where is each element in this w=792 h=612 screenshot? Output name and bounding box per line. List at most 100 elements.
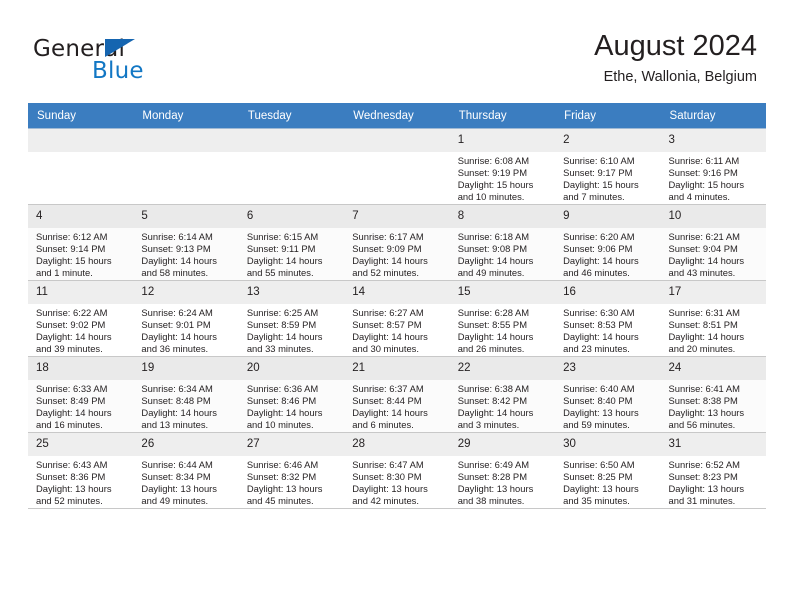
sunrise-text: Sunrise: 6:11 AM xyxy=(668,155,740,166)
weekday-header-tuesday: Tuesday xyxy=(238,103,345,129)
daylight-text: Daylight: 15 hours and 1 minute. xyxy=(36,255,112,279)
calendar-day-cell-empty xyxy=(28,128,134,205)
sunrise-text: Sunrise: 6:38 AM xyxy=(457,383,530,394)
page-header: General Blue August 2024 Ethe, Wallonia,… xyxy=(0,0,792,103)
general-blue-logo[interactable]: General Blue xyxy=(33,36,263,88)
calendar-day-cell[interactable]: 31 Sunrise: 6:52 AM Sunset: 8:23 PM Dayligh… xyxy=(660,432,766,509)
calendar-day-cell[interactable]: 8 Sunrise: 6:18 AM Sunset: 9:08 PM Daylight… xyxy=(449,204,556,281)
calendar-day-cell[interactable]: 17 Sunrise: 6:31 AM Sunset: 8:51 PM Dayligh… xyxy=(660,280,766,357)
weekday-header-thursday: Thursday xyxy=(449,103,556,129)
calendar-day-cell[interactable]: 13 Sunrise: 6:25 AM Sunset: 8:59 PM Dayligh… xyxy=(238,280,345,357)
sunrise-text: Sunrise: 6:30 AM xyxy=(563,307,635,318)
sun-info: Sunrise: 6:24 AM Sunset: 9:01 PM Daylight:… xyxy=(133,304,238,355)
sun-info: Sunrise: 6:38 AM Sunset: 8:42 PM Daylight:… xyxy=(450,380,555,431)
calendar-day-cell[interactable]: 22 Sunrise: 6:38 AM Sunset: 8:42 PM Dayligh… xyxy=(449,356,556,433)
day-number: 24 xyxy=(660,357,766,380)
calendar-day-cell[interactable]: 11 Sunrise: 6:22 AM Sunset: 9:02 PM Dayligh… xyxy=(28,280,134,357)
day-number: 4 xyxy=(28,205,134,228)
calendar-day-cell[interactable]: 19 Sunrise: 6:34 AM Sunset: 8:48 PM Dayligh… xyxy=(133,356,239,433)
sunset-text: Sunset: 8:25 PM xyxy=(563,471,633,483)
day-cell-inner: 21 Sunrise: 6:37 AM Sunset: 8:44 PM Dayligh… xyxy=(344,357,450,432)
day-cell-inner: 2 Sunrise: 6:10 AM Sunset: 9:17 PM Daylight… xyxy=(555,129,661,204)
sun-info: Sunrise: 6:21 AM Sunset: 9:04 PM Daylight:… xyxy=(661,228,766,279)
sunrise-text: Sunrise: 6:52 AM xyxy=(668,459,740,470)
sun-info: Sunrise: 6:27 AM Sunset: 8:57 PM Daylight:… xyxy=(344,304,449,355)
daylight-text: Daylight: 14 hours and 39 minutes. xyxy=(36,331,112,355)
daylight-text: Daylight: 14 hours and 10 minutes. xyxy=(246,407,323,431)
sunrise-text: Sunrise: 6:33 AM xyxy=(36,383,108,394)
sunset-text: Sunset: 8:59 PM xyxy=(246,319,317,331)
daylight-text: Daylight: 14 hours and 55 minutes. xyxy=(246,255,323,279)
sunrise-text: Sunrise: 6:18 AM xyxy=(457,231,530,242)
calendar-day-cell-empty xyxy=(344,128,450,205)
page-title: August 2024 xyxy=(594,30,757,62)
day-number: 20 xyxy=(238,357,345,380)
calendar-day-cell[interactable]: 30 Sunrise: 6:50 AM Sunset: 8:25 PM Dayligh… xyxy=(555,432,661,509)
calendar-day-cell[interactable]: 16 Sunrise: 6:30 AM Sunset: 8:53 PM Dayligh… xyxy=(555,280,661,357)
calendar-day-cell[interactable]: 14 Sunrise: 6:27 AM Sunset: 8:57 PM Dayligh… xyxy=(344,280,450,357)
sunset-text: Sunset: 9:08 PM xyxy=(457,243,527,255)
sunset-text: Sunset: 9:06 PM xyxy=(563,243,633,255)
day-cell-inner xyxy=(344,129,450,204)
daylight-text: Daylight: 15 hours and 7 minutes. xyxy=(563,179,639,203)
day-number: 22 xyxy=(449,357,556,380)
calendar-day-cell[interactable]: 2 Sunrise: 6:10 AM Sunset: 9:17 PM Daylight… xyxy=(555,128,661,205)
day-number: 30 xyxy=(555,433,661,456)
calendar-day-cell[interactable]: 21 Sunrise: 6:37 AM Sunset: 8:44 PM Dayligh… xyxy=(344,356,450,433)
day-number: 3 xyxy=(660,129,766,152)
sunrise-text: Sunrise: 6:34 AM xyxy=(141,383,213,394)
sun-info: Sunrise: 6:49 AM Sunset: 8:28 PM Daylight:… xyxy=(450,456,555,507)
sunset-text: Sunset: 8:30 PM xyxy=(352,471,422,483)
calendar-day-cell[interactable]: 9 Sunrise: 6:20 AM Sunset: 9:06 PM Daylight… xyxy=(555,204,661,281)
day-number: 1 xyxy=(449,129,556,152)
day-number xyxy=(238,129,345,152)
calendar-week-row: 1 Sunrise: 6:08 AM Sunset: 9:19 PM Daylight… xyxy=(28,128,766,205)
sunrise-text: Sunrise: 6:41 AM xyxy=(668,383,740,394)
calendar-day-cell[interactable]: 7 Sunrise: 6:17 AM Sunset: 9:09 PM Daylight… xyxy=(344,204,450,281)
day-cell-inner: 17 Sunrise: 6:31 AM Sunset: 8:51 PM Dayligh… xyxy=(660,281,766,356)
calendar-day-cell[interactable]: 18 Sunrise: 6:33 AM Sunset: 8:49 PM Dayligh… xyxy=(28,356,134,433)
calendar-week-row: 18 Sunrise: 6:33 AM Sunset: 8:49 PM Dayligh… xyxy=(28,356,766,433)
day-cell-inner: 6 Sunrise: 6:15 AM Sunset: 9:11 PM Daylight… xyxy=(238,205,345,280)
calendar-day-cell[interactable]: 3 Sunrise: 6:11 AM Sunset: 9:16 PM Daylight… xyxy=(660,128,766,205)
sunrise-text: Sunrise: 6:15 AM xyxy=(246,231,319,242)
logo-text-blue: Blue xyxy=(92,58,144,84)
daylight-text: Daylight: 13 hours and 35 minutes. xyxy=(563,483,639,507)
calendar-day-cell[interactable]: 28 Sunrise: 6:47 AM Sunset: 8:30 PM Dayligh… xyxy=(344,432,450,509)
sunset-text: Sunset: 8:57 PM xyxy=(352,319,422,331)
day-cell-inner: 4 Sunrise: 6:12 AM Sunset: 9:14 PM Daylight… xyxy=(28,205,134,280)
calendar-day-cell[interactable]: 4 Sunrise: 6:12 AM Sunset: 9:14 PM Daylight… xyxy=(28,204,134,281)
day-cell-inner: 23 Sunrise: 6:40 AM Sunset: 8:40 PM Dayligh… xyxy=(555,357,661,432)
day-cell-inner xyxy=(238,129,345,204)
daylight-text: Daylight: 14 hours and 3 minutes. xyxy=(457,407,534,431)
sunset-text: Sunset: 8:51 PM xyxy=(668,319,738,331)
sun-info: Sunrise: 6:20 AM Sunset: 9:06 PM Daylight:… xyxy=(555,228,660,279)
calendar-day-cell[interactable]: 24 Sunrise: 6:41 AM Sunset: 8:38 PM Dayligh… xyxy=(660,356,766,433)
calendar-day-cell[interactable]: 12 Sunrise: 6:24 AM Sunset: 9:01 PM Dayligh… xyxy=(133,280,239,357)
daylight-text: Daylight: 14 hours and 49 minutes. xyxy=(457,255,534,279)
calendar-day-cell[interactable]: 10 Sunrise: 6:21 AM Sunset: 9:04 PM Dayligh… xyxy=(660,204,766,281)
sunset-text: Sunset: 9:04 PM xyxy=(668,243,738,255)
day-cell-inner: 13 Sunrise: 6:25 AM Sunset: 8:59 PM Dayligh… xyxy=(238,281,345,356)
sunset-text: Sunset: 8:46 PM xyxy=(246,395,317,407)
sunset-text: Sunset: 9:19 PM xyxy=(457,167,527,179)
sunset-text: Sunset: 8:34 PM xyxy=(141,471,211,483)
day-number: 21 xyxy=(344,357,450,380)
calendar-day-cell[interactable]: 5 Sunrise: 6:14 AM Sunset: 9:13 PM Daylight… xyxy=(133,204,239,281)
calendar-day-cell[interactable]: 25 Sunrise: 6:43 AM Sunset: 8:36 PM Dayligh… xyxy=(28,432,134,509)
sunset-text: Sunset: 8:40 PM xyxy=(563,395,633,407)
calendar-day-cell[interactable]: 26 Sunrise: 6:44 AM Sunset: 8:34 PM Dayligh… xyxy=(133,432,239,509)
calendar-day-cell[interactable]: 27 Sunrise: 6:46 AM Sunset: 8:32 PM Dayligh… xyxy=(238,432,345,509)
calendar-day-cell[interactable]: 20 Sunrise: 6:36 AM Sunset: 8:46 PM Dayligh… xyxy=(238,356,345,433)
sun-info: Sunrise: 6:25 AM Sunset: 8:59 PM Daylight:… xyxy=(239,304,344,355)
daylight-text: Daylight: 13 hours and 31 minutes. xyxy=(668,483,745,507)
day-cell-inner: 12 Sunrise: 6:24 AM Sunset: 9:01 PM Dayligh… xyxy=(133,281,239,356)
calendar-day-cell[interactable]: 29 Sunrise: 6:49 AM Sunset: 8:28 PM Dayligh… xyxy=(449,432,556,509)
calendar-day-cell[interactable]: 1 Sunrise: 6:08 AM Sunset: 9:19 PM Daylight… xyxy=(449,128,556,205)
daylight-text: Daylight: 15 hours and 10 minutes. xyxy=(457,179,534,203)
calendar-day-cell[interactable]: 6 Sunrise: 6:15 AM Sunset: 9:11 PM Daylight… xyxy=(238,204,345,281)
day-number: 28 xyxy=(344,433,450,456)
calendar-day-cell[interactable]: 15 Sunrise: 6:28 AM Sunset: 8:55 PM Dayligh… xyxy=(449,280,556,357)
calendar-day-cell[interactable]: 23 Sunrise: 6:40 AM Sunset: 8:40 PM Dayligh… xyxy=(555,356,661,433)
daylight-text: Daylight: 13 hours and 56 minutes. xyxy=(668,407,745,431)
